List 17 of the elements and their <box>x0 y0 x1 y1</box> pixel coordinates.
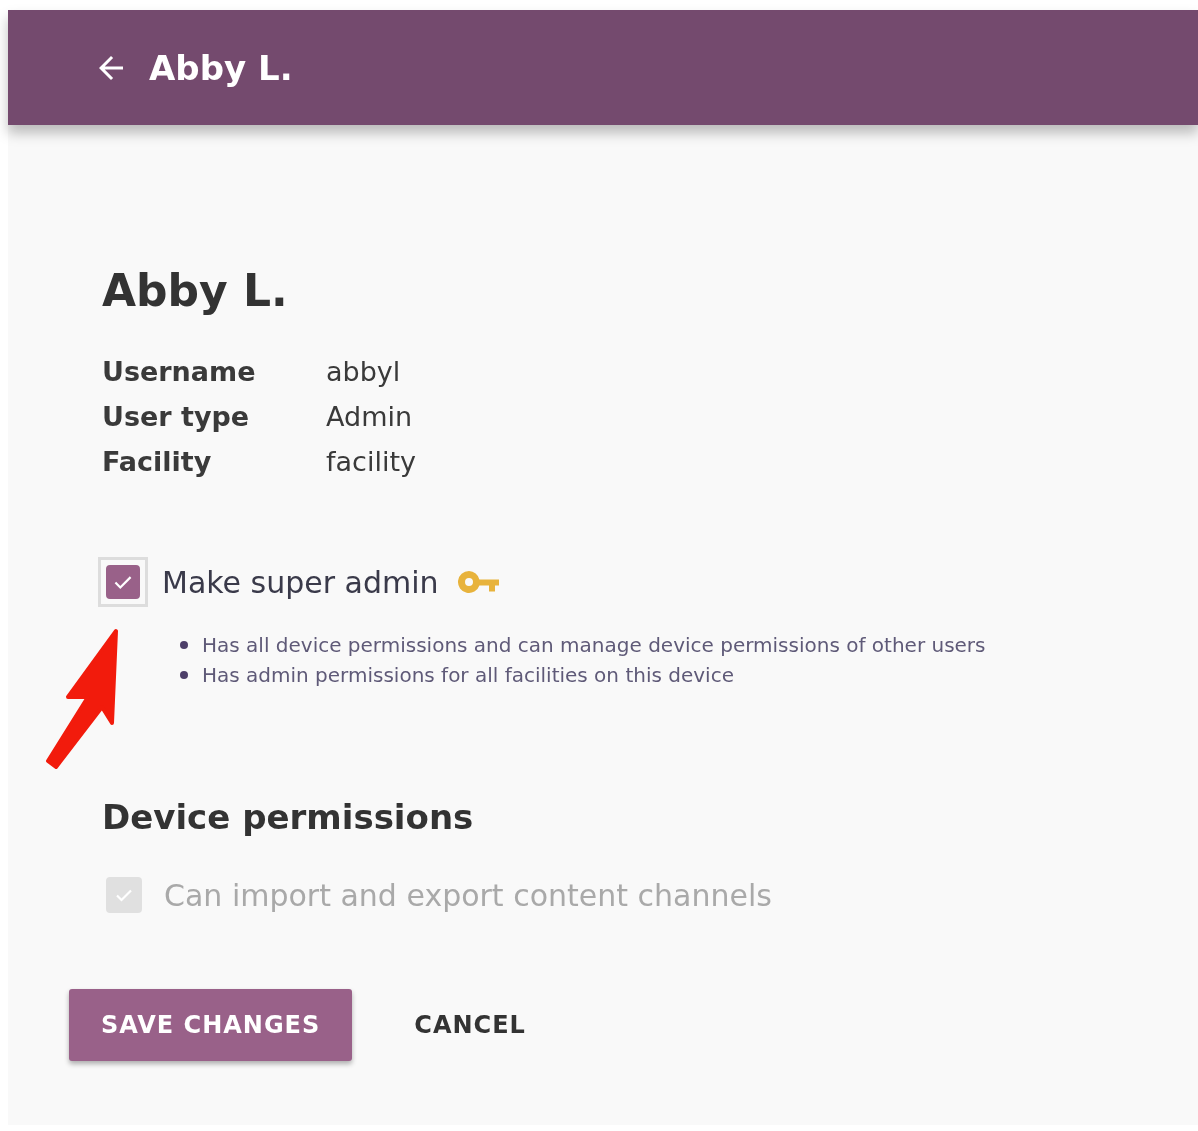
action-button[interactable]: SAVE CHANGES <box>69 989 353 1061</box>
detail-label: Username <box>102 356 257 387</box>
app-bar-title: Abby L. <box>149 47 293 88</box>
user-name-heading: Abby L. <box>102 265 289 316</box>
checkbox-label[interactable]: Make super admin <box>162 564 439 600</box>
action-button[interactable]: CANCEL <box>382 989 558 1061</box>
bullet-icon <box>180 671 188 679</box>
section-heading: Device permissions <box>102 797 475 837</box>
detail-value: Admin <box>326 401 414 432</box>
bullet-icon <box>180 641 188 649</box>
detail-value: facility <box>326 446 417 477</box>
detail-label: User type <box>102 401 251 432</box>
detail-label: Facility <box>102 446 213 477</box>
detail-value: abbyl <box>326 356 402 387</box>
super-admin-checkbox[interactable] <box>106 565 140 599</box>
permission-note: Has admin permissions for all facilities on this device <box>202 663 734 687</box>
permission-note: Has all device permissions and can manage device permissions of other users <box>202 633 986 657</box>
